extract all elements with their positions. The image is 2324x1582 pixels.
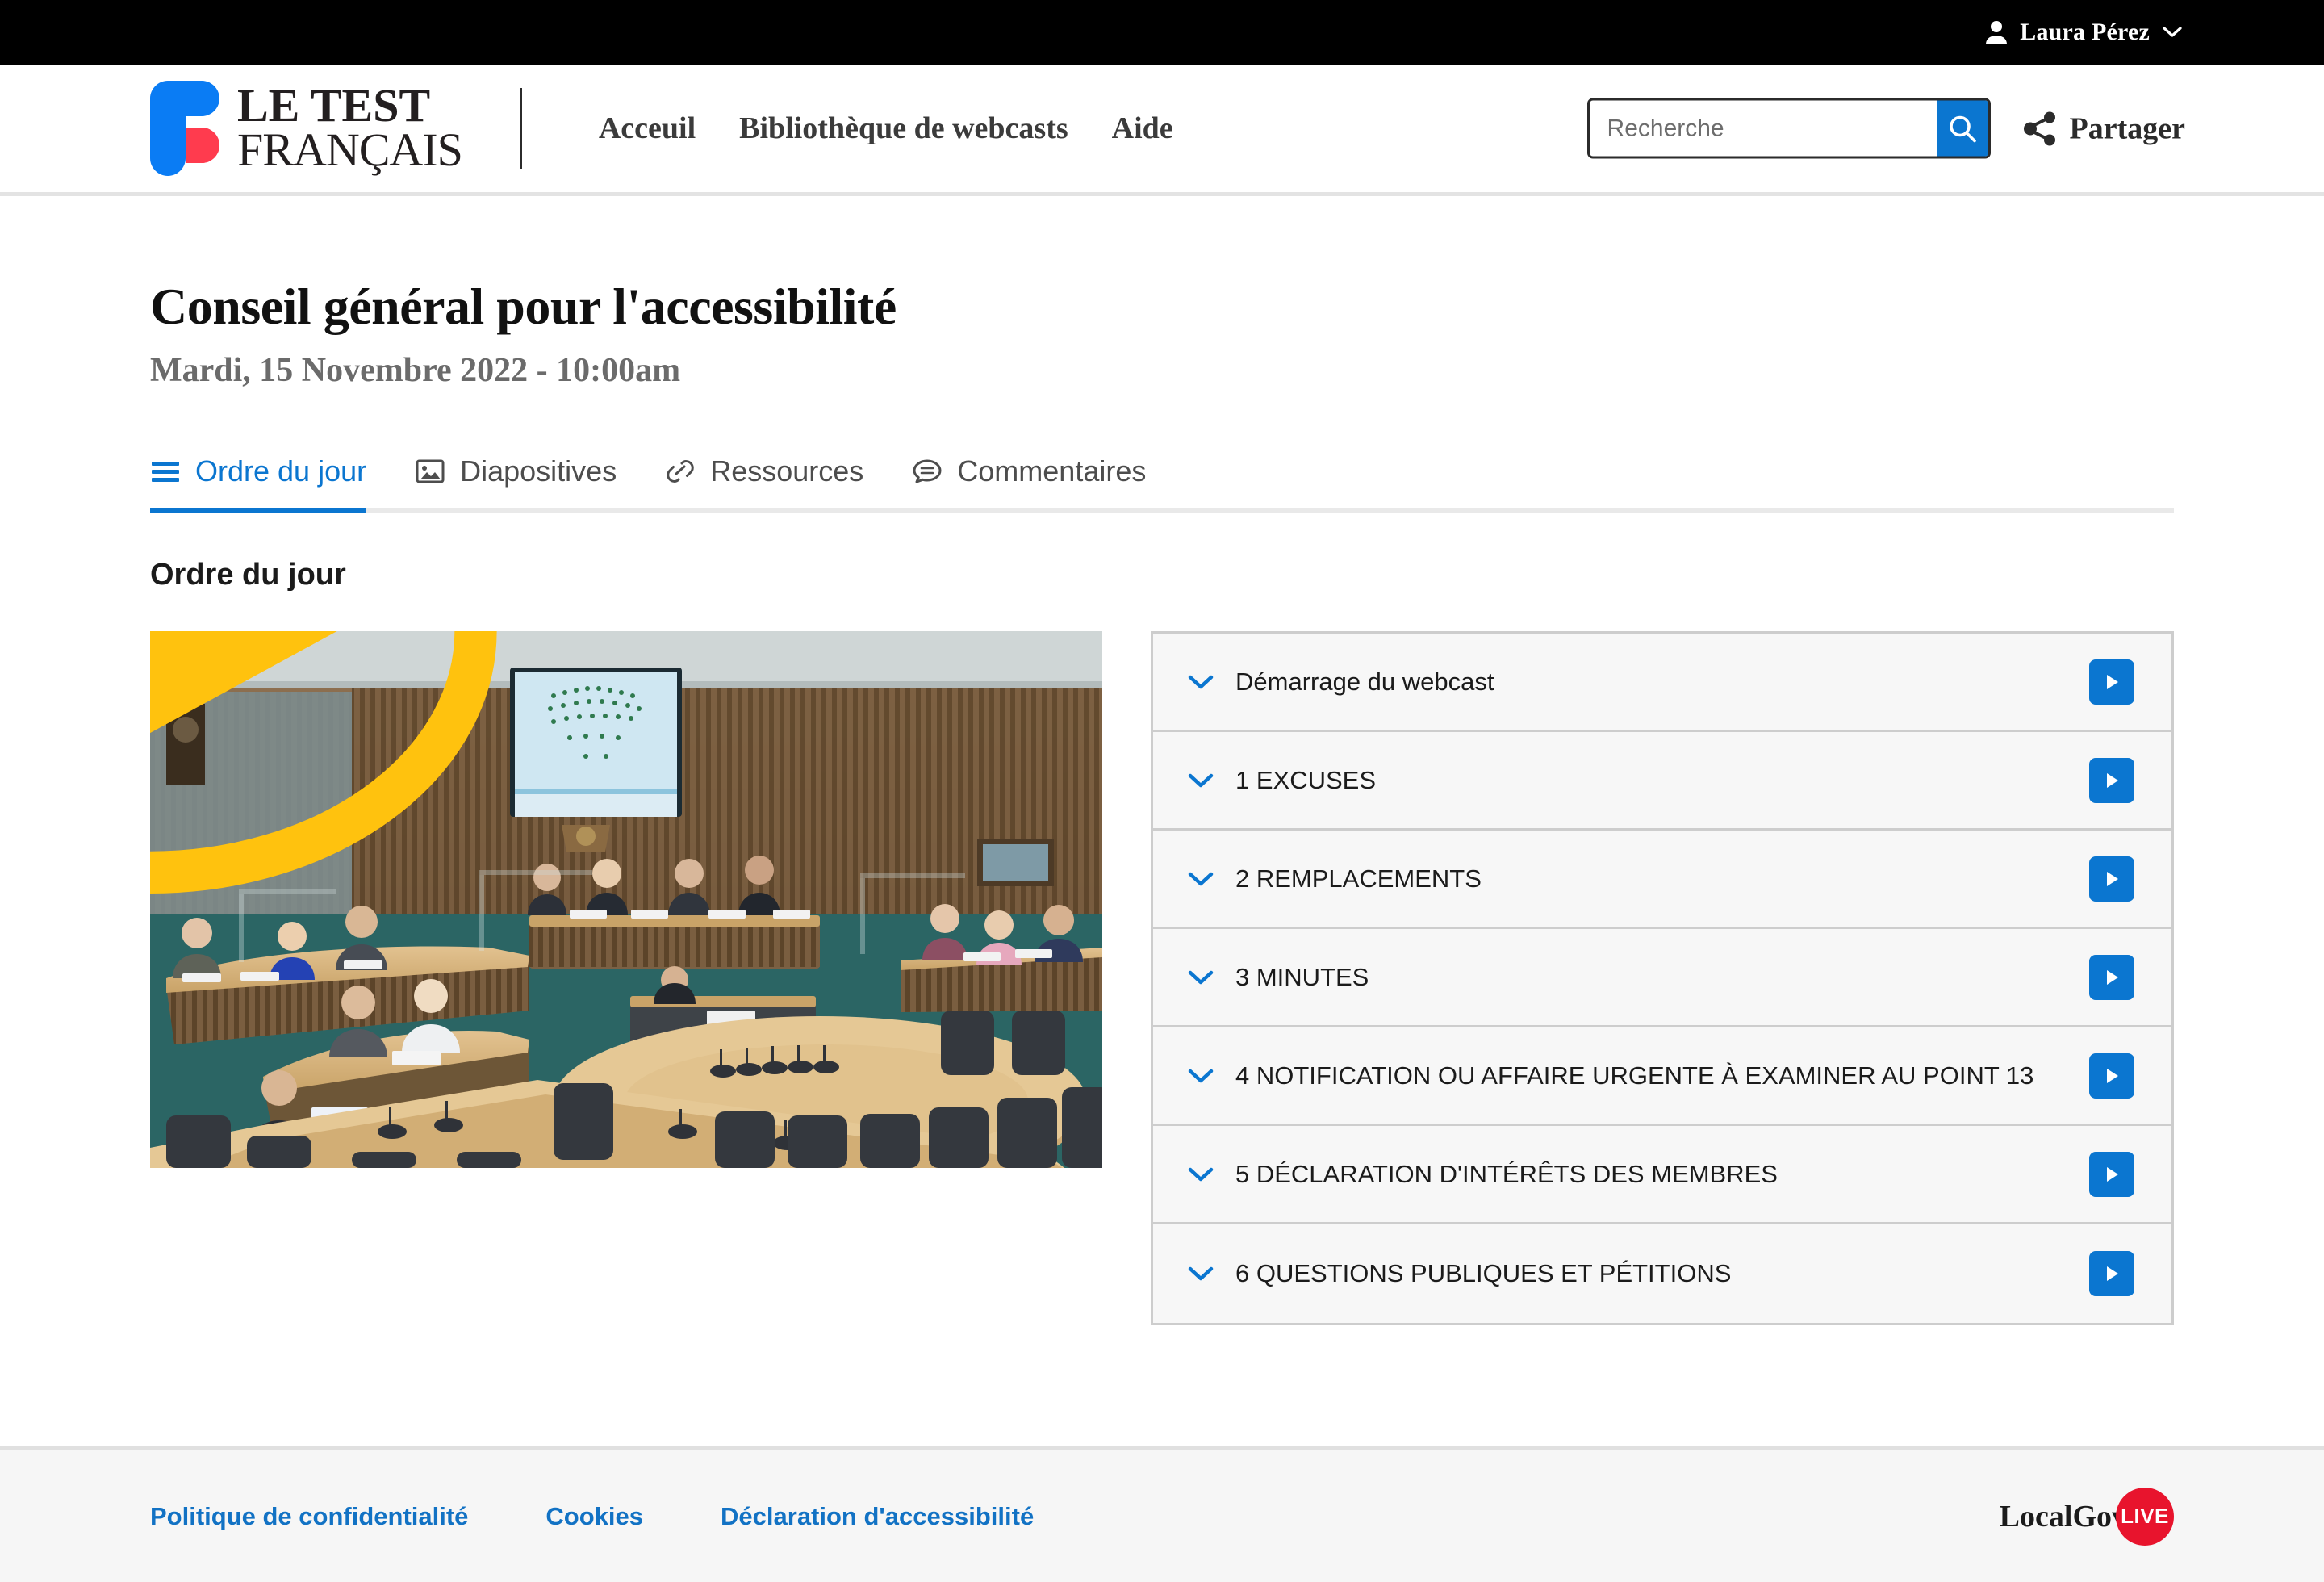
- header-divider: [520, 88, 522, 169]
- agenda-item-label: 6 QUESTIONS PUBLIQUES ET PÉTITIONS: [1235, 1259, 1732, 1287]
- play-icon: [2107, 969, 2118, 985]
- brand-line-1: LE TEST: [237, 79, 431, 132]
- tab-label: Ordre du jour: [195, 454, 367, 488]
- agenda-item[interactable]: 5 DÉCLARATION D'INTÉRÊTS DES MEMBRES: [1153, 1126, 2171, 1224]
- agenda-play-button[interactable]: [2089, 659, 2134, 705]
- image-icon: [416, 459, 445, 483]
- footer-link-cookies[interactable]: Cookies: [545, 1502, 643, 1531]
- chevron-down-icon: [2163, 27, 2182, 37]
- agenda-item[interactable]: Démarrage du webcast: [1153, 634, 2171, 732]
- search-button[interactable]: [1936, 100, 1988, 157]
- agenda-item[interactable]: 3 MINUTES: [1153, 929, 2171, 1027]
- chevron-down-icon[interactable]: [1187, 870, 1214, 888]
- app-root: Laura Pérez LE TEST FRANÇAIS Acceuil Bib…: [0, 0, 2324, 1582]
- chevron-down-icon[interactable]: [1187, 1265, 1214, 1283]
- search-input[interactable]: [1589, 100, 1937, 157]
- video-player[interactable]: [150, 631, 1102, 1168]
- content-tabs: Ordre du jour Diapositives Ressources Co…: [150, 454, 2174, 513]
- play-icon: [2107, 674, 2118, 689]
- nav-item-acceuil[interactable]: Acceuil: [599, 111, 696, 146]
- localgov-wordmark: LocalGov: [1999, 1499, 2127, 1534]
- tab-label: Commentaires: [957, 454, 1147, 488]
- footer-link-privacy[interactable]: Politique de confidentialité: [150, 1502, 468, 1531]
- agenda-item-label: 3 MINUTES: [1235, 962, 1369, 991]
- chevron-down-icon[interactable]: [1187, 1067, 1214, 1085]
- search-box: [1586, 98, 1991, 159]
- agenda-item[interactable]: 1 EXCUSES: [1153, 732, 2171, 831]
- main-content: Conseil général pour l'accessibilité Mar…: [0, 277, 2324, 1325]
- agenda-play-button[interactable]: [2089, 1053, 2134, 1099]
- chevron-down-icon[interactable]: [1187, 969, 1214, 986]
- footer-links: Politique de confidentialité Cookies Déc…: [150, 1502, 1034, 1531]
- tab-ressources[interactable]: Ressources: [665, 454, 863, 508]
- live-badge-label: LIVE: [2121, 1504, 2169, 1528]
- list-icon: [152, 462, 179, 482]
- main-nav: Acceuil Bibliothèque de webcasts Aide: [599, 111, 1173, 146]
- brand-line-2: FRANÇAIS: [237, 123, 463, 176]
- agenda-item[interactable]: 2 REMPLACEMENTS: [1153, 831, 2171, 929]
- chevron-down-icon[interactable]: [1187, 1166, 1214, 1183]
- tab-ordre-du-jour[interactable]: Ordre du jour: [150, 454, 367, 513]
- share-icon: [2023, 111, 2055, 145]
- top-bar: Laura Pérez: [0, 0, 2324, 65]
- page-subtitle: Mardi, 15 Novembre 2022 - 10:00am: [150, 352, 681, 389]
- brand-logo-icon: [150, 81, 219, 176]
- page-title: Conseil général pour l'accessibilité: [150, 278, 897, 335]
- chevron-down-icon[interactable]: [1187, 673, 1214, 691]
- footer-link-accessibility[interactable]: Déclaration d'accessibilité: [721, 1502, 1034, 1531]
- share-button[interactable]: Partager: [2023, 111, 2185, 146]
- user-icon: [1986, 21, 2008, 44]
- play-icon: [2107, 1068, 2118, 1083]
- agenda-item-label: 4 NOTIFICATION OU AFFAIRE URGENTE À EXAM…: [1235, 1061, 2034, 1090]
- agenda-item-label: 2 REMPLACEMENTS: [1235, 864, 1482, 893]
- tab-label: Ressources: [710, 454, 864, 488]
- brand-wordmark: LE TEST FRANÇAIS: [237, 79, 463, 176]
- agenda-item[interactable]: 6 QUESTIONS PUBLIQUES ET PÉTITIONS: [1153, 1224, 2171, 1323]
- site-logo[interactable]: LE TEST FRANÇAIS: [150, 79, 463, 176]
- tab-commentaires[interactable]: Commentaires: [912, 454, 1146, 508]
- content-area: Démarrage du webcast 1 EXCUSES 2 REMPLAC…: [150, 631, 2174, 1325]
- user-name: Laura Pérez: [2020, 19, 2150, 45]
- nav-item-aide[interactable]: Aide: [1112, 111, 1173, 146]
- localgov-live-logo: LocalGov LIVE: [1999, 1487, 2174, 1546]
- chevron-down-icon[interactable]: [1187, 772, 1214, 789]
- play-icon: [2107, 1266, 2118, 1281]
- search-icon: [1949, 115, 1976, 142]
- link-icon: [667, 460, 694, 483]
- play-circle-icon[interactable]: [150, 631, 626, 900]
- agenda-play-button[interactable]: [2089, 1151, 2134, 1197]
- agenda-item-label: 1 EXCUSES: [1235, 765, 1377, 794]
- agenda-play-button[interactable]: [2089, 757, 2134, 803]
- agenda-play-button[interactable]: [2089, 856, 2134, 902]
- agenda-item-label: Démarrage du webcast: [1235, 667, 1494, 696]
- live-badge: LIVE: [2116, 1487, 2174, 1546]
- tab-diapositives[interactable]: Diapositives: [415, 454, 617, 508]
- section-title: Ordre du jour: [150, 558, 346, 592]
- site-header: LE TEST FRANÇAIS Acceuil Bibliothèque de…: [0, 65, 2324, 196]
- play-icon: [2107, 1166, 2118, 1182]
- user-menu[interactable]: Laura Pérez: [1986, 19, 2182, 46]
- agenda-list: Démarrage du webcast 1 EXCUSES 2 REMPLAC…: [1151, 631, 2174, 1325]
- agenda-item[interactable]: 4 NOTIFICATION OU AFFAIRE URGENTE À EXAM…: [1153, 1027, 2171, 1126]
- agenda-play-button[interactable]: [2089, 954, 2134, 1000]
- agenda-play-button[interactable]: [2089, 1251, 2134, 1296]
- tab-label: Diapositives: [460, 454, 617, 488]
- share-label: Partager: [2069, 111, 2185, 145]
- play-icon: [2107, 772, 2118, 788]
- agenda-item-label: 5 DÉCLARATION D'INTÉRÊTS DES MEMBRES: [1235, 1159, 1778, 1188]
- header-actions: Partager: [1586, 98, 2185, 159]
- site-footer: Politique de confidentialité Cookies Déc…: [0, 1446, 2324, 1582]
- comment-icon: [913, 459, 942, 483]
- play-icon: [2107, 871, 2118, 886]
- nav-item-bibliotheque[interactable]: Bibliothèque de webcasts: [739, 111, 1068, 146]
